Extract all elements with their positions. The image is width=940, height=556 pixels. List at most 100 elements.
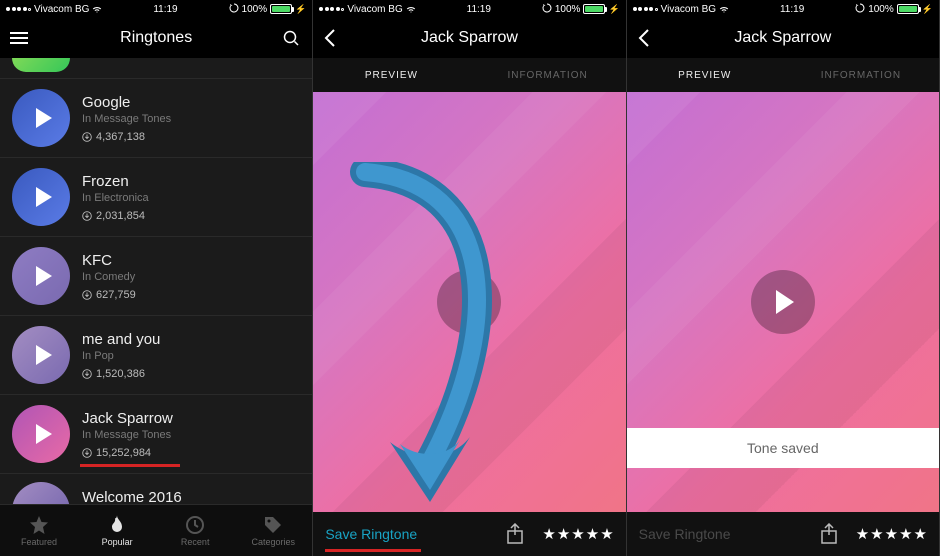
- flame-icon: [108, 515, 126, 535]
- sync-icon: [229, 3, 239, 16]
- battery-icon: [583, 4, 605, 14]
- segment-label: INFORMATION: [821, 70, 901, 81]
- menu-icon[interactable]: [10, 32, 28, 44]
- list-item[interactable]: Jack Sparrow In Message Tones 15,252,984: [0, 395, 312, 474]
- carrier-label: Vivacom BG: [34, 4, 89, 15]
- wifi-icon: [719, 5, 729, 13]
- play-icon: [36, 266, 52, 286]
- back-icon[interactable]: [637, 28, 651, 48]
- item-title: Jack Sparrow: [82, 410, 173, 427]
- play-icon: [36, 187, 52, 207]
- segmented-control: PREVIEW INFORMATION: [627, 58, 939, 92]
- star-icon: ★: [870, 525, 883, 543]
- toast-label: Tone saved: [747, 440, 819, 456]
- list-item[interactable]: Welcome 2016: [0, 474, 312, 504]
- sync-icon: [855, 3, 865, 16]
- clock-label: 11:19: [780, 4, 804, 15]
- tab-label: Popular: [102, 537, 133, 547]
- item-downloads: 627,759: [96, 289, 136, 301]
- tab-label: Featured: [21, 537, 57, 547]
- play-thumbnail[interactable]: [12, 405, 70, 463]
- item-category: In Message Tones: [82, 429, 173, 441]
- segment-label: INFORMATION: [507, 70, 587, 81]
- star-icon: ★: [885, 525, 898, 543]
- segment-information[interactable]: INFORMATION: [470, 58, 626, 92]
- wifi-icon: [92, 5, 102, 13]
- play-icon: [36, 108, 52, 128]
- battery-icon: [270, 4, 292, 14]
- back-icon[interactable]: [323, 28, 337, 48]
- page-title: Jack Sparrow: [421, 29, 518, 47]
- carrier-label: Vivacom BG: [661, 4, 716, 15]
- star-icon: ★: [899, 525, 912, 543]
- play-button[interactable]: [751, 270, 815, 334]
- tab-recent[interactable]: Recent: [156, 505, 234, 556]
- battery-pct-label: 100%: [242, 4, 268, 15]
- play-thumbnail[interactable]: [12, 168, 70, 226]
- rating-stars[interactable]: ★★★★★: [856, 525, 927, 543]
- play-thumbnail[interactable]: [12, 89, 70, 147]
- rating-stars[interactable]: ★★★★★: [542, 525, 613, 543]
- segment-preview[interactable]: PREVIEW: [627, 58, 783, 92]
- item-downloads: 1,520,386: [96, 368, 145, 380]
- play-thumbnail[interactable]: [12, 247, 70, 305]
- segmented-control: PREVIEW INFORMATION: [313, 58, 625, 92]
- play-thumbnail[interactable]: [12, 482, 70, 504]
- clock-label: 11:19: [467, 4, 491, 15]
- clock-icon: [185, 515, 205, 535]
- tab-popular[interactable]: Popular: [78, 505, 156, 556]
- tab-label: Categories: [252, 537, 296, 547]
- star-icon: ★: [856, 525, 869, 543]
- download-icon: [82, 132, 92, 142]
- status-bar: Vivacom BG 11:19 100% ⚡: [313, 0, 625, 18]
- item-title: Google: [82, 94, 171, 111]
- segment-preview[interactable]: PREVIEW: [313, 58, 469, 92]
- search-icon[interactable]: [282, 29, 300, 47]
- save-ringtone-button[interactable]: Save Ringtone: [325, 526, 417, 542]
- share-icon[interactable]: [820, 523, 838, 545]
- star-icon: ★: [586, 525, 599, 543]
- segment-information[interactable]: INFORMATION: [783, 58, 939, 92]
- ringtone-list[interactable]: Google In Message Tones 4,367,138 Frozen…: [0, 58, 312, 504]
- play-icon: [36, 424, 52, 444]
- star-icon: ★: [542, 525, 555, 543]
- nav-bar: Jack Sparrow: [627, 18, 939, 58]
- list-item[interactable]: me and you In Pop 1,520,386: [0, 316, 312, 395]
- bottom-bar: Save Ringtone ★★★★★: [313, 512, 625, 556]
- download-icon: [82, 369, 92, 379]
- preview-area: [313, 92, 625, 512]
- wifi-icon: [406, 5, 416, 13]
- item-downloads: 15,252,984: [96, 447, 151, 459]
- download-icon: [82, 290, 92, 300]
- signal-dots-icon: [633, 7, 658, 11]
- charging-icon: ⚡: [922, 4, 933, 15]
- preview-area: Tone saved: [627, 92, 939, 512]
- page-title: Jack Sparrow: [734, 29, 831, 47]
- tab-categories[interactable]: Categories: [234, 505, 312, 556]
- page-title: Ringtones: [120, 29, 192, 47]
- item-category: In Electronica: [82, 192, 149, 204]
- list-item[interactable]: Frozen In Electronica 2,031,854: [0, 158, 312, 237]
- tutorial-arrow-icon: [335, 162, 515, 502]
- tab-label: Recent: [181, 537, 210, 547]
- play-thumbnail[interactable]: [12, 326, 70, 384]
- charging-icon: ⚡: [295, 4, 306, 15]
- play-thumbnail[interactable]: [12, 58, 70, 72]
- status-bar: Vivacom BG 11:19 100% ⚡: [0, 0, 312, 18]
- list-item[interactable]: [0, 58, 312, 79]
- item-category: In Message Tones: [82, 113, 171, 125]
- save-ringtone-button: Save Ringtone: [639, 526, 731, 542]
- highlight-underline: [80, 464, 180, 467]
- tab-featured[interactable]: Featured: [0, 505, 78, 556]
- list-item[interactable]: Google In Message Tones 4,367,138: [0, 79, 312, 158]
- tab-bar: Featured Popular Recent Categories: [0, 504, 312, 556]
- share-icon[interactable]: [506, 523, 524, 545]
- list-item[interactable]: KFC In Comedy 627,759: [0, 237, 312, 316]
- signal-dots-icon: [6, 7, 31, 11]
- status-bar: Vivacom BG 11:19 100% ⚡: [627, 0, 939, 18]
- play-button[interactable]: [437, 270, 501, 334]
- item-downloads: 2,031,854: [96, 210, 145, 222]
- play-icon: [36, 345, 52, 365]
- screen-ringtones-list: Vivacom BG 11:19 100% ⚡ Ringtones: [0, 0, 313, 556]
- play-icon: [776, 290, 794, 314]
